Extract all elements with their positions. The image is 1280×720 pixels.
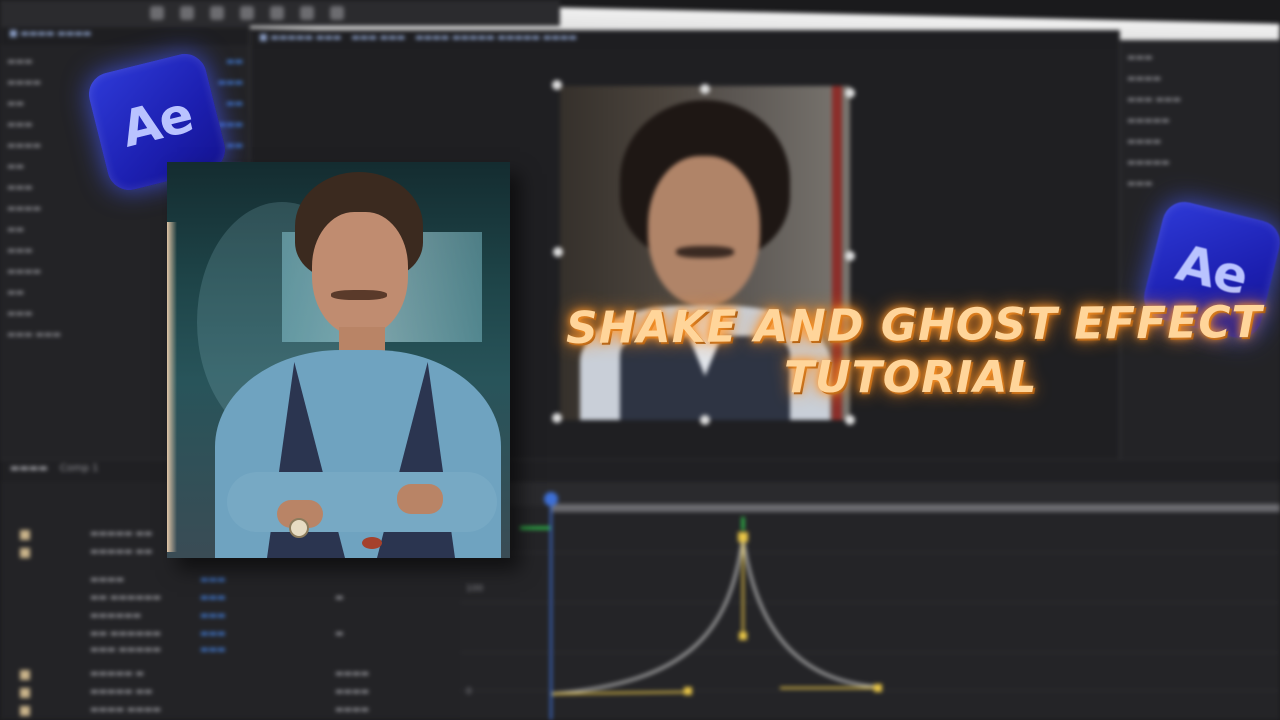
panel-item[interactable]: ▬▬▬▬▬ <box>1127 110 1273 131</box>
tab-footage[interactable]: ▬▬▬▬ ▬▬▬▬▬ ▬▬▬▬▬ ▬▬▬▬ <box>415 33 577 47</box>
layer-row[interactable]: ▬▬▬▬ ▬▬▬ <box>0 572 460 590</box>
pen-tool-icon[interactable] <box>300 6 314 20</box>
info-panel: ▬▬▬ ▬▬▬▬ ▬▬▬ ▬▬▬ ▬▬▬▬▬ ▬▬▬▬ ▬▬▬▬▬ ▬▬▬ <box>1120 40 1280 460</box>
property-row[interactable]: ▬▬▬▬▬ <box>7 156 243 177</box>
layer-row[interactable]: ▬▬▬▬▬ ▬▬ <box>0 526 460 544</box>
transform-handle[interactable] <box>845 88 855 98</box>
value-curve <box>520 517 882 696</box>
viewer-edge-line <box>832 86 842 420</box>
panel-item[interactable]: ▬▬▬ <box>1127 47 1273 68</box>
panel-item[interactable]: ▬▬▬ ▬▬▬ <box>1127 89 1273 110</box>
composition-tabs: ■ ▬▬▬▬▬ ▬▬▬ ▬▬▬ ▬▬▬ ▬▬▬▬ ▬▬▬▬▬ ▬▬▬▬▬ ▬▬▬… <box>251 31 1119 49</box>
property-row[interactable]: ▬▬▬▬▬▬ <box>7 135 243 156</box>
property-row[interactable]: ▬▬ <box>7 282 243 303</box>
property-row[interactable]: ▬▬ ▬▬ <box>7 219 243 240</box>
property-row[interactable]: ▬▬▬ ▬▬▬ <box>7 324 243 345</box>
after-effects-workspace: ■ ▬▬▬▬ ▬▬▬▬ ▬▬▬ ▬▬ ▬▬▬▬ ▬▬▬ ▬▬ ▬▬ ▬▬▬ ▬▬▬ ▬▬… <box>0 0 1280 720</box>
composition-viewer-frame[interactable] <box>560 86 850 420</box>
panel-item[interactable]: ▬▬▬▬ <box>1127 68 1273 89</box>
layer-row[interactable]: ▬▬▬▬▬ ▬▬ ▬▬▬▬ <box>0 684 460 702</box>
panel-item[interactable]: ▬▬▬▬▬ <box>1127 152 1273 173</box>
panel-item[interactable]: ▬▬▬ <box>1127 173 1273 194</box>
property-row[interactable]: ▬▬ ▬▬ <box>7 93 243 114</box>
viewer-subject-face <box>648 156 760 306</box>
panel-item[interactable]: ▬▬▬▬ <box>1127 131 1273 152</box>
layer-row[interactable]: ▬▬▬ ▬▬▬▬▬ ▬▬▬ <box>0 642 460 660</box>
tab-render-queue[interactable]: ▬▬▬▬ <box>10 463 48 479</box>
layer-row[interactable]: ▬▬▬▬▬▬ ▬▬▬ <box>0 608 460 626</box>
timeline-layer-list: ▬▬▬▬▬ ▬▬ ▬▬▬▬▬ ▬▬ ▬▬▬▬ ▬▬▬ ▬▬ ▬▬▬▬▬▬ ▬▬▬ ▬ … <box>0 482 460 720</box>
keyframe-handle[interactable] <box>874 684 882 692</box>
transform-handle[interactable] <box>552 80 562 90</box>
camera-tool-icon[interactable] <box>270 6 284 20</box>
viewer-subject-mustache <box>676 246 734 258</box>
layer-row[interactable]: ▬▬ ▬▬▬▬▬▬ ▬▬▬ ▬ <box>0 590 460 608</box>
keyframe-handle[interactable] <box>684 687 692 695</box>
property-row[interactable]: ▬▬▬▬ ▬▬▬ <box>7 198 243 219</box>
tab-layer[interactable]: ▬▬▬ ▬▬▬ <box>351 33 405 47</box>
transform-handle[interactable] <box>553 247 563 257</box>
effect-property-list: ▬▬▬ ▬▬ ▬▬▬▬ ▬▬▬ ▬▬ ▬▬ ▬▬▬ ▬▬▬ ▬▬▬▬ ▬▬ ▬▬ ▬▬▬ ▬… <box>1 45 249 351</box>
timeline-tabs: ▬▬▬▬ Comp 1 <box>0 460 1280 482</box>
property-row[interactable]: ▬▬▬▬ ▬▬▬ <box>7 72 243 93</box>
property-row[interactable]: ▬▬▬▬▬ <box>7 51 243 72</box>
property-row[interactable]: ▬▬▬ <box>7 303 243 324</box>
selection-tool-icon[interactable] <box>150 6 164 20</box>
transform-handle[interactable] <box>700 415 710 425</box>
layer-row[interactable]: ▬▬▬▬▬ ▬▬ <box>0 544 460 562</box>
property-row[interactable]: ▬▬▬▬▬▬ <box>7 114 243 135</box>
graph-editor[interactable]: 100 0 <box>460 482 1280 720</box>
text-tool-icon[interactable] <box>330 6 344 20</box>
transform-handle[interactable] <box>700 84 710 94</box>
keyframe-handle[interactable] <box>739 632 747 640</box>
hand-tool-icon[interactable] <box>180 6 194 20</box>
playhead[interactable] <box>550 494 552 720</box>
property-row[interactable]: ▬▬▬▬▬▬ <box>7 240 243 261</box>
layer-row[interactable]: ▬▬▬▬ ▬▬▬▬ ▬▬▬▬ <box>0 702 460 720</box>
layer-row[interactable]: ▬▬▬▬▬ ▬ ▬▬▬▬ <box>0 666 460 684</box>
transform-handle[interactable] <box>552 413 562 423</box>
effect-controls-panel: ■ ▬▬▬▬ ▬▬▬▬ ▬▬▬ ▬▬ ▬▬▬▬ ▬▬▬ ▬▬ ▬▬ ▬▬▬ ▬▬▬ ▬▬… <box>0 26 250 460</box>
tab-effect-controls[interactable]: ■ ▬▬▬▬ ▬▬▬▬ <box>9 29 91 43</box>
tab-composition[interactable]: ■ ▬▬▬▬▬ ▬▬▬ <box>259 33 341 47</box>
keyframe[interactable] <box>738 532 748 542</box>
transform-handle[interactable] <box>845 415 855 425</box>
thumbnail: ■ ▬▬▬▬ ▬▬▬▬ ▬▬▬ ▬▬ ▬▬▬▬ ▬▬▬ ▬▬ ▬▬ ▬▬▬ ▬▬▬ ▬▬… <box>0 0 1280 720</box>
effect-controls-tabs: ■ ▬▬▬▬ ▬▬▬▬ <box>1 27 249 45</box>
zoom-tool-icon[interactable] <box>210 6 224 20</box>
property-row[interactable]: ▬▬▬▬▬▬ <box>7 261 243 282</box>
info-panel-list: ▬▬▬ ▬▬▬▬ ▬▬▬ ▬▬▬ ▬▬▬▬▬ ▬▬▬▬ ▬▬▬▬▬ ▬▬▬ <box>1121 41 1279 200</box>
tools-panel <box>0 0 560 26</box>
playhead-handle[interactable] <box>544 492 558 506</box>
transform-handle[interactable] <box>845 251 855 261</box>
property-row[interactable]: ▬▬▬▬▬ <box>7 177 243 198</box>
rotate-tool-icon[interactable] <box>240 6 254 20</box>
tab-timeline[interactable]: Comp 1 <box>60 463 99 479</box>
